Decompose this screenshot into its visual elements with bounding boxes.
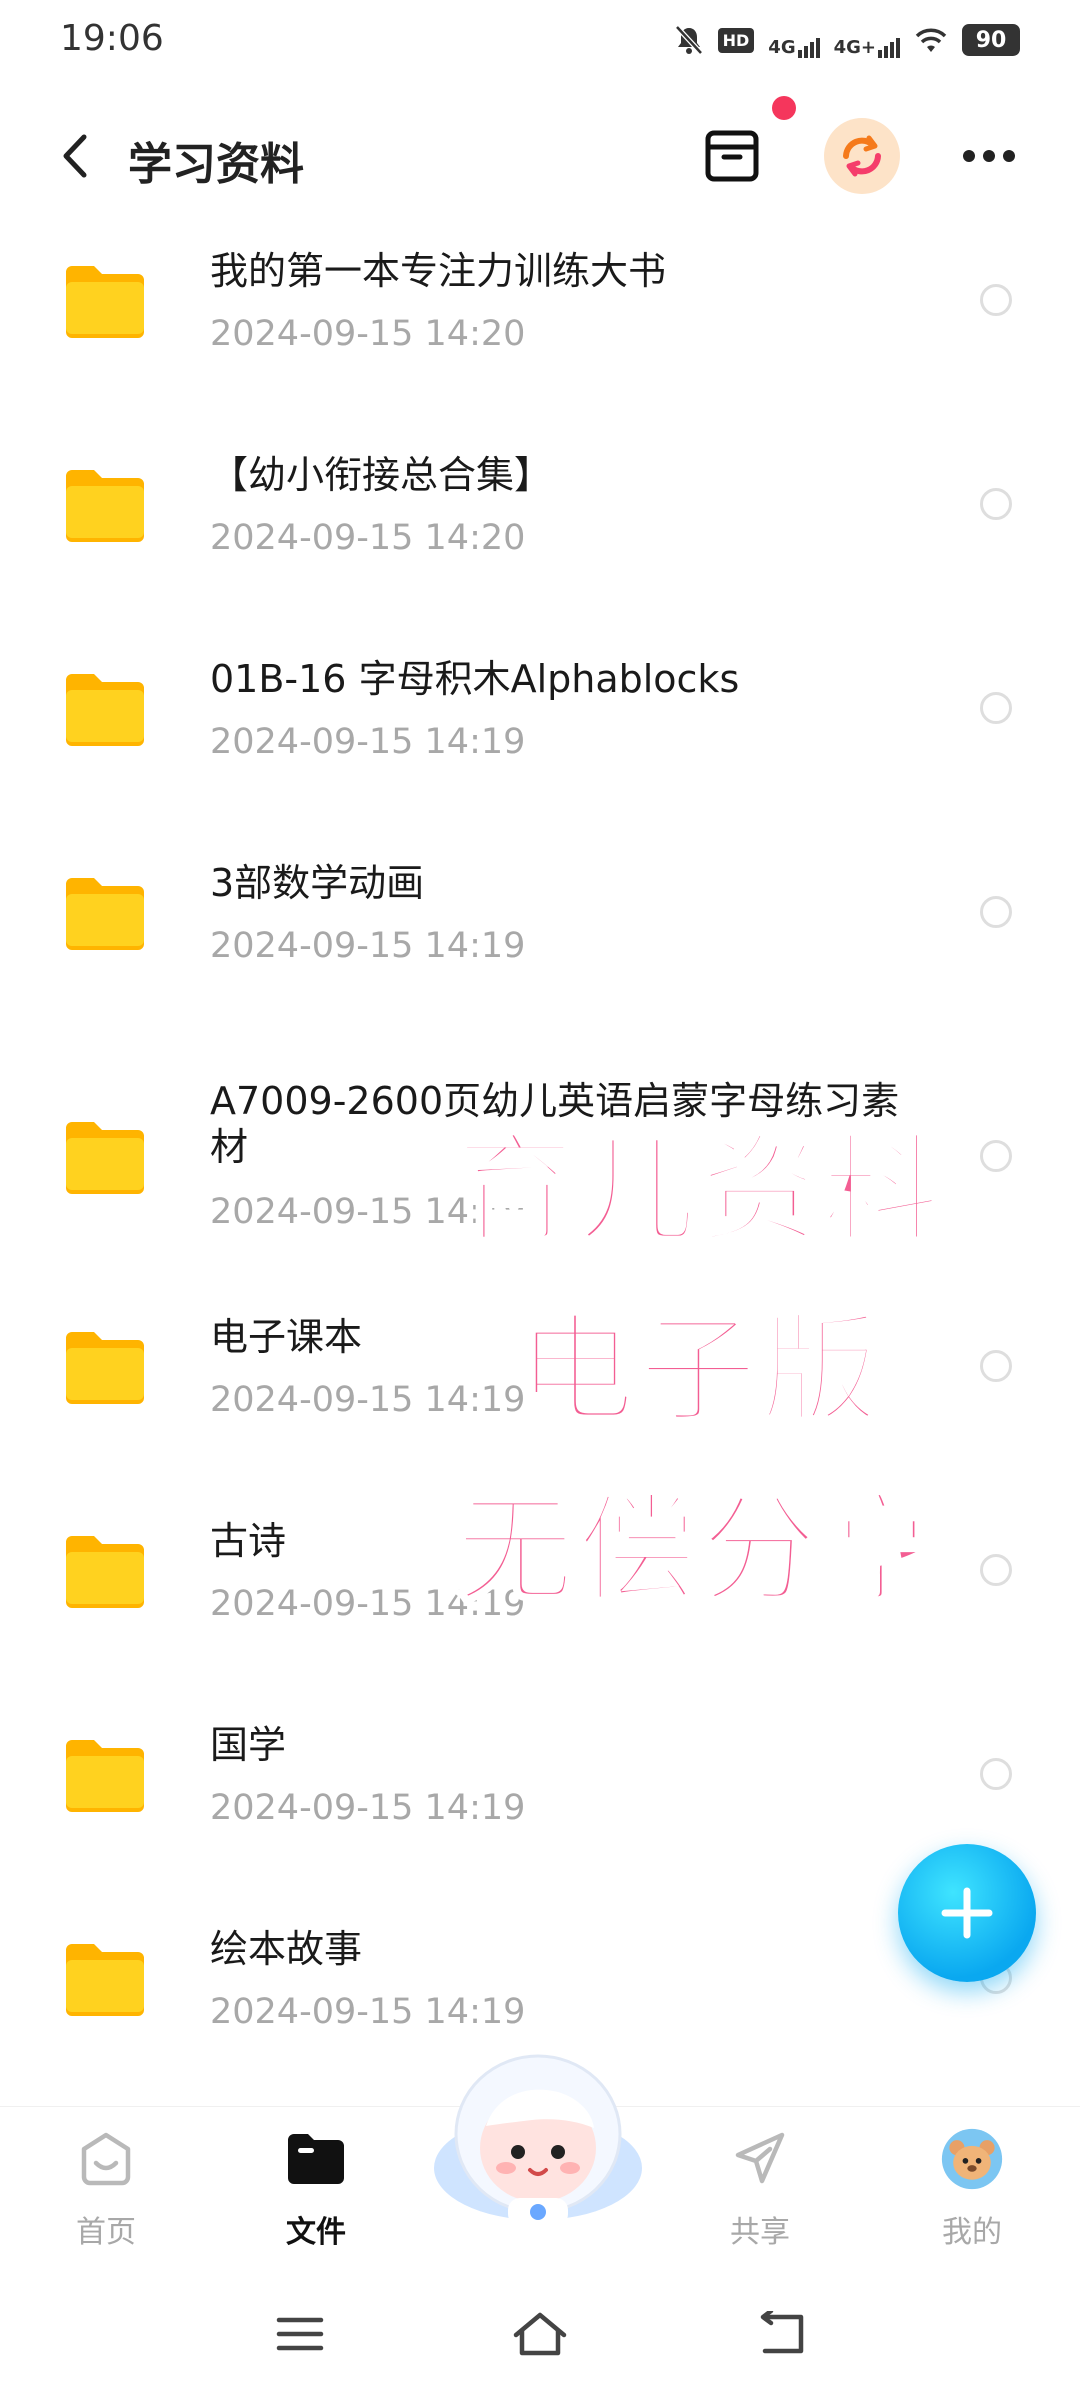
home-outline-icon <box>513 2312 567 2356</box>
add-button[interactable] <box>898 1844 1036 1982</box>
menu-icon <box>276 2317 324 2351</box>
file-date: 2024-09-15 14:19 <box>210 926 526 966</box>
select-radio[interactable] <box>980 1140 1012 1172</box>
folder-icon <box>66 1536 144 1608</box>
notification-dot <box>772 96 796 120</box>
hd-badge: HD <box>717 22 755 58</box>
system-nav-bar <box>0 2290 1080 2380</box>
nav-label: 我的 <box>942 2215 1002 2250</box>
folder-icon <box>66 470 144 542</box>
plus-icon <box>941 1887 993 1939</box>
file-name: 01B-16 字母积木Alphablocks <box>210 657 740 701</box>
file-row[interactable]: 【幼小衔接总合集】 2024-09-15 14:20 <box>0 420 1080 624</box>
page-title: 学习资料 <box>128 139 304 190</box>
back-nav-button[interactable] <box>748 2304 812 2364</box>
select-radio[interactable] <box>980 896 1012 928</box>
file-date: 2024-09-15 14:19 <box>210 1992 526 2032</box>
nav-item-home[interactable]: 首页 <box>36 2127 176 2251</box>
watermark-line: 无偿分享 <box>454 1479 944 1621</box>
file-date: 2024-09-15 14:20 <box>210 518 526 558</box>
return-icon <box>760 2311 804 2354</box>
select-radio[interactable] <box>980 488 1012 520</box>
folder-icon <box>284 2127 348 2191</box>
home-button[interactable] <box>508 2304 572 2364</box>
nav-label: 共享 <box>730 2215 790 2250</box>
wifi-icon <box>914 22 948 58</box>
battery-icon: 90 <box>962 22 1020 58</box>
file-name: 【幼小衔接总合集】 <box>210 453 553 497</box>
nav-item-files[interactable]: 文件 <box>246 2127 386 2251</box>
watermark-overlay: 育儿资料 电子版 无偿分享 <box>440 1100 960 1640</box>
folder-icon <box>66 1740 144 1812</box>
status-icons: HD 4G 4G+ 90 <box>674 22 1020 58</box>
watermark-line: 育儿资料 <box>454 1119 944 1261</box>
select-radio[interactable] <box>980 1758 1012 1790</box>
file-date: 2024-09-15 14:20 <box>210 314 526 354</box>
select-radio[interactable] <box>980 1554 1012 1586</box>
status-time: 19:06 <box>60 18 164 59</box>
folder-icon <box>66 1332 144 1404</box>
nav-item-share[interactable]: 共享 <box>690 2127 830 2251</box>
archive-icon <box>705 130 759 182</box>
menu-button[interactable] <box>268 2304 332 2364</box>
folder-icon <box>66 674 144 746</box>
signal-icon-1: 4G <box>768 22 820 58</box>
sync-icon <box>843 135 881 177</box>
file-name: 国学 <box>210 1723 287 1767</box>
status-bar: 19:06 HD 4G 4G+ 90 <box>0 0 1080 84</box>
more-dot <box>963 150 975 162</box>
ai-assistant-mascot[interactable] <box>430 2048 646 2228</box>
watermark-line: 电子版 <box>515 1299 883 1441</box>
file-date: 2024-09-15 14:19 <box>210 722 526 762</box>
folder-icon <box>66 1122 144 1194</box>
select-radio[interactable] <box>980 284 1012 316</box>
more-button[interactable] <box>954 126 1024 186</box>
nav-item-me[interactable]: 我的 <box>902 2127 1042 2251</box>
folder-icon <box>66 266 144 338</box>
file-name: 我的第一本专注力训练大书 <box>210 249 667 293</box>
archive-button[interactable] <box>700 124 764 188</box>
mute-icon <box>674 22 704 58</box>
avatar <box>940 2127 1004 2191</box>
file-row[interactable]: 01B-16 字母积木Alphablocks 2024-09-15 14:19 <box>0 624 1080 828</box>
select-radio[interactable] <box>980 1350 1012 1382</box>
file-name: 3部数学动画 <box>210 861 425 905</box>
home-icon <box>74 2127 138 2191</box>
folder-icon <box>66 1944 144 2016</box>
select-radio[interactable] <box>980 692 1012 724</box>
nav-label: 首页 <box>76 2215 136 2250</box>
file-row[interactable]: 我的第一本专注力训练大书 2024-09-15 14:20 <box>0 216 1080 420</box>
file-row[interactable]: 3部数学动画 2024-09-15 14:19 <box>0 828 1080 1032</box>
file-date: 2024-09-15 14:19 <box>210 1788 526 1828</box>
sync-button[interactable] <box>824 118 900 194</box>
more-dot <box>1003 150 1015 162</box>
folder-icon <box>66 878 144 950</box>
signal-icon-2: 4G+ <box>834 22 900 58</box>
header: 学习资料 <box>0 96 1080 216</box>
send-icon <box>728 2127 792 2191</box>
file-name: 绘本故事 <box>210 1927 363 1971</box>
back-button[interactable] <box>44 126 104 186</box>
more-dot <box>983 150 995 162</box>
nav-label: 文件 <box>286 2215 346 2250</box>
